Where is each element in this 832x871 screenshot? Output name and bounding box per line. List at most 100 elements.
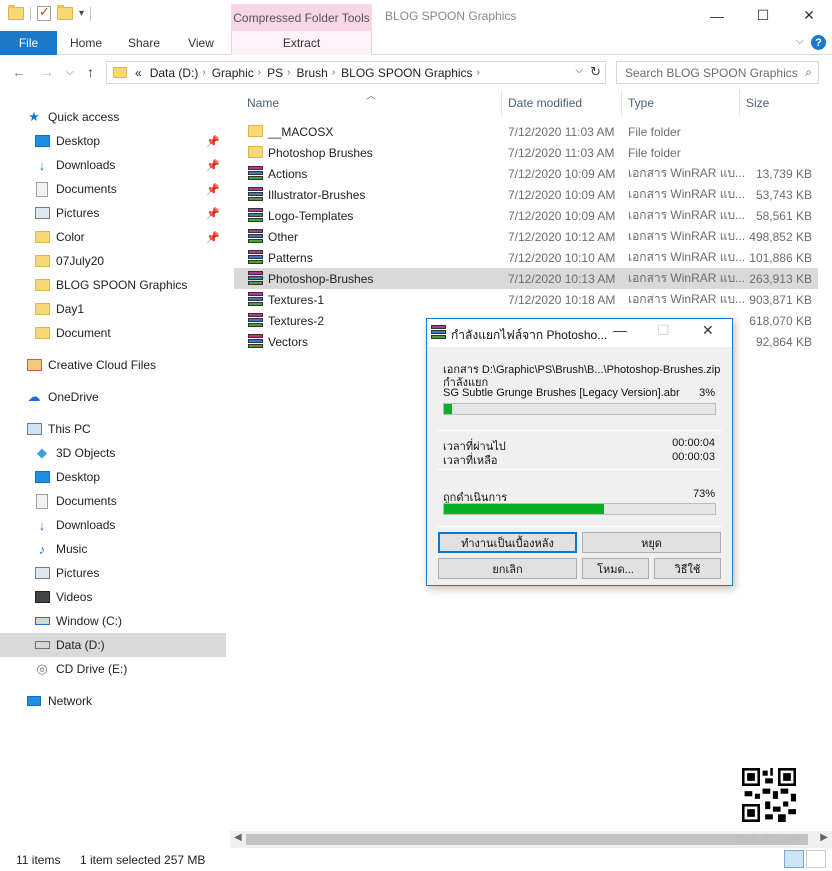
overflow-chevron[interactable]: « — [135, 66, 142, 80]
maximize-icon[interactable]: ☐ — [740, 0, 786, 31]
pictures-icon — [34, 565, 50, 581]
file-row[interactable]: Logo-Templates 7/12/2020 10:09 AM เอกสาร W… — [234, 205, 818, 226]
recent-locations-icon[interactable]: ⌵ — [66, 67, 74, 78]
close-icon[interactable]: ✕ — [702, 322, 714, 339]
address-bar[interactable]: « Data (D:) › Graphic › PS › Brush › BLOG SP… — [106, 61, 606, 84]
tab-share[interactable]: Share — [120, 31, 168, 55]
scroll-left-icon[interactable]: ◀ — [234, 832, 242, 843]
breadcrumb-graphic[interactable]: Graphic — [212, 66, 254, 80]
search-input[interactable]: Search BLOG SPOON Graphics ⌕ — [616, 61, 819, 84]
help-icon[interactable]: ? — [811, 35, 826, 50]
sidebar-item-3d-objects[interactable]: ◆ 3D Objects — [0, 441, 226, 465]
folder-icon[interactable] — [8, 5, 24, 20]
refresh-icon[interactable]: ↻ — [590, 64, 601, 80]
file-row[interactable]: __MACOSX 7/12/2020 11:03 AM File folder — [234, 121, 818, 142]
tab-file[interactable]: File — [0, 31, 57, 55]
cancel-button[interactable]: ยกเลิก — [438, 558, 577, 579]
sidebar-item-pc-desktop[interactable]: Desktop — [0, 465, 226, 489]
column-header-type[interactable]: Type — [622, 90, 740, 116]
breadcrumb-data-d[interactable]: Data (D:) — [150, 66, 199, 80]
dialog-title: กำลังแยกไฟล์จาก Photosho... — [451, 328, 608, 342]
chevron-right-icon[interactable]: › — [202, 67, 205, 78]
sidebar-item-creative-cloud[interactable]: Creative Cloud Files — [0, 353, 226, 377]
close-icon[interactable]: ✕ — [786, 0, 832, 31]
sidebar-item-day1[interactable]: Day1 — [0, 297, 226, 321]
chevron-right-icon[interactable]: › — [477, 67, 480, 78]
pin-icon[interactable]: 📌 — [206, 135, 220, 148]
sidebar-item-cd-drive[interactable]: ◎ CD Drive (E:) — [0, 657, 226, 681]
tab-home[interactable]: Home — [62, 31, 110, 55]
chevron-right-icon[interactable]: › — [332, 67, 335, 78]
window-title: BLOG SPOON Graphics — [385, 9, 517, 23]
file-size: 53,743 KB — [755, 187, 812, 202]
quick-access-toolbar: ▾ — [8, 4, 92, 21]
sidebar-item-pc-downloads[interactable]: ↓ Downloads — [0, 513, 226, 537]
breadcrumb-blog-spoon[interactable]: BLOG SPOON Graphics — [341, 66, 472, 80]
minimize-icon[interactable]: — — [613, 322, 627, 338]
sidebar-item-pc-pictures[interactable]: Pictures — [0, 561, 226, 585]
file-row[interactable]: Photoshop Brushes 7/12/2020 11:03 AM File … — [234, 142, 818, 163]
expand-ribbon-icon[interactable]: ⌵ — [796, 35, 804, 48]
sidebar-item-document[interactable]: Document — [0, 321, 226, 345]
background-button[interactable]: ทำงานเป็นเบื้องหลัง — [438, 532, 577, 553]
minimize-icon[interactable]: — — [694, 0, 740, 31]
help-button[interactable]: วิธีใช้ — [654, 558, 721, 579]
tab-view[interactable]: View — [178, 31, 224, 55]
back-icon[interactable]: ← — [12, 64, 26, 80]
tab-extract[interactable]: Extract — [231, 31, 372, 55]
sidebar-item-pictures[interactable]: Pictures 📌 — [0, 201, 226, 225]
forward-icon[interactable]: → — [40, 64, 54, 80]
address-folder-icon — [113, 67, 127, 78]
search-icon[interactable]: ⌕ — [805, 65, 812, 80]
sidebar-item-documents[interactable]: Documents 📌 — [0, 177, 226, 201]
chevron-right-icon[interactable]: › — [287, 67, 290, 78]
scrollbar-thumb[interactable] — [246, 834, 808, 845]
context-tab-header[interactable]: Compressed Folder Tools — [231, 4, 372, 31]
up-icon[interactable]: ↑ — [87, 64, 94, 80]
properties-icon[interactable] — [37, 4, 51, 21]
file-type: เอกสาร WinRAR แบ... — [628, 292, 746, 306]
sidebar-item-desktop[interactable]: Desktop 📌 — [0, 129, 226, 153]
sidebar-item-videos[interactable]: Videos — [0, 585, 226, 609]
pin-icon[interactable]: 📌 — [206, 183, 220, 196]
sidebar-item-pc-documents[interactable]: Documents — [0, 489, 226, 513]
column-header-size[interactable]: Size — [740, 90, 818, 116]
file-row[interactable]: Other 7/12/2020 10:12 AM เอกสาร WinRAR แบ.… — [234, 226, 818, 247]
file-date: 7/12/2020 10:09 AM — [508, 166, 616, 181]
customize-toolbar-icon[interactable]: ▾ — [79, 8, 84, 19]
sidebar-item-window-c[interactable]: Window (C:) — [0, 609, 226, 633]
file-row[interactable]: Illustrator-Brushes 7/12/2020 10:09 AM เอก… — [234, 184, 818, 205]
remaining-label: เวลาที่เหลือ — [443, 455, 498, 467]
sidebar-item-data-d[interactable]: Data (D:) — [0, 633, 226, 657]
sidebar-item-07july20[interactable]: 07July20 — [0, 249, 226, 273]
file-date: 7/12/2020 10:10 AM — [508, 250, 616, 265]
breadcrumb-brush[interactable]: Brush — [296, 66, 327, 80]
breadcrumb-ps[interactable]: PS — [267, 66, 283, 80]
dialog-title-bar[interactable]: กำลังแยกไฟล์จาก Photosho... — ☐ ✕ — [427, 319, 732, 347]
large-icons-view-icon[interactable] — [806, 850, 826, 868]
file-row[interactable]: Patterns 7/12/2020 10:10 AM เอกสาร WinRAR … — [234, 247, 818, 268]
pin-icon[interactable]: 📌 — [206, 231, 220, 244]
column-header-name[interactable]: Name — [241, 90, 502, 116]
column-header-date[interactable]: Date modified — [502, 90, 622, 116]
address-dropdown-icon[interactable]: ⌵ — [575, 65, 583, 76]
sidebar-item-network[interactable]: Network — [0, 689, 226, 713]
sidebar-item-downloads[interactable]: ↓ Downloads 📌 — [0, 153, 226, 177]
mode-button[interactable]: โหมด... — [582, 558, 649, 579]
details-view-icon[interactable] — [784, 850, 804, 868]
scroll-right-icon[interactable]: ▶ — [820, 832, 828, 843]
sidebar-item-onedrive[interactable]: ☁ OneDrive — [0, 385, 226, 409]
sidebar-item-quick-access[interactable]: ★ Quick access — [0, 105, 226, 129]
file-row[interactable]: Textures-1 7/12/2020 10:18 AM เอกสาร WinRA… — [234, 289, 818, 310]
new-folder-icon[interactable] — [57, 5, 73, 20]
sidebar-item-music[interactable]: ♪ Music — [0, 537, 226, 561]
chevron-right-icon[interactable]: › — [258, 67, 261, 78]
file-row[interactable]: Actions 7/12/2020 10:09 AM เอกสาร WinRAR แ… — [234, 163, 818, 184]
pin-icon[interactable]: 📌 — [206, 207, 220, 220]
sidebar-item-this-pc[interactable]: This PC — [0, 417, 226, 441]
sidebar-item-blog-spoon[interactable]: BLOG SPOON Graphics — [0, 273, 226, 297]
file-row[interactable]: Photoshop-Brushes 7/12/2020 10:13 AM เอกสา… — [234, 268, 818, 289]
pin-icon[interactable]: 📌 — [206, 159, 220, 172]
sidebar-item-color[interactable]: Color 📌 — [0, 225, 226, 249]
pause-button[interactable]: หยุด — [582, 532, 721, 553]
